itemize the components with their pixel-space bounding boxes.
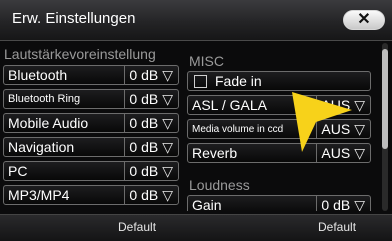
default-button-right[interactable]: Default bbox=[318, 220, 356, 234]
cursor-arrow-shape bbox=[292, 92, 352, 152]
pointer-cursor-icon bbox=[292, 92, 352, 152]
default-button-left[interactable]: Default bbox=[118, 220, 156, 234]
bottom-bar: Default Default bbox=[0, 214, 392, 241]
